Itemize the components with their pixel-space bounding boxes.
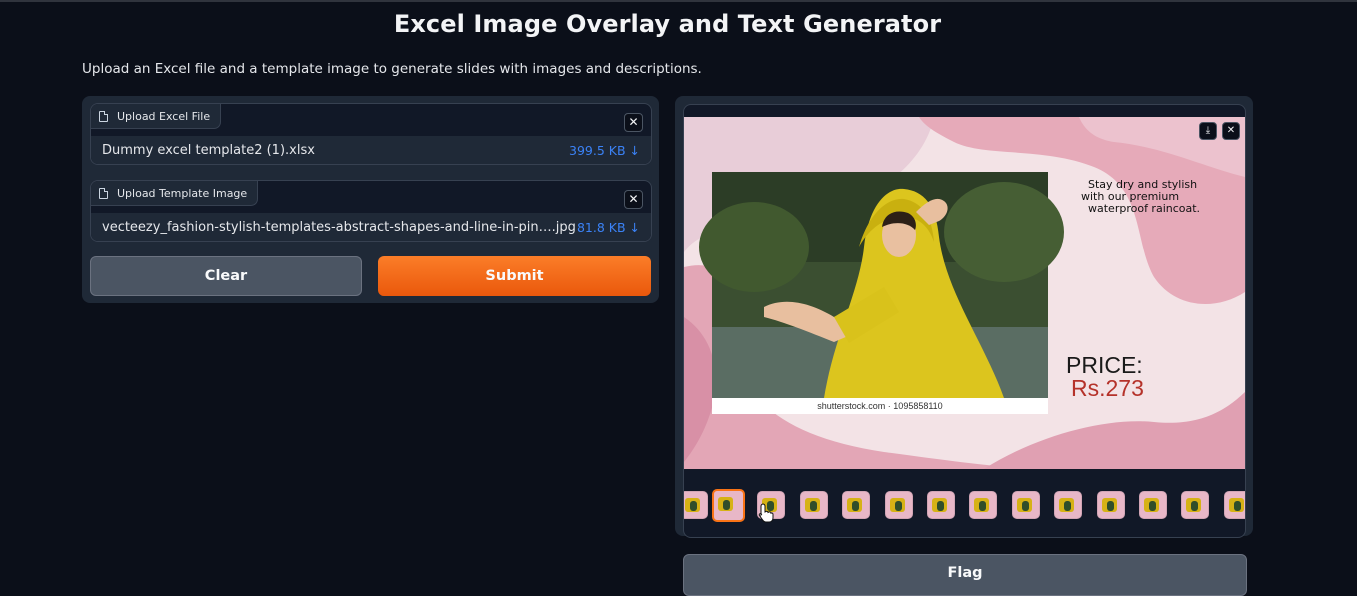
template-upload[interactable]: Upload Template Image ✕ vecteezy_fashion… [90,180,652,242]
thumbnail-image-detail [1233,501,1241,511]
gallery-thumbnail[interactable] [684,491,708,519]
template-upload-label-text: Upload Template Image [117,186,248,200]
thumbnail-image-detail [809,501,817,511]
page-description: Upload an Excel file and a template imag… [82,61,702,77]
thumbnail-image-detail [937,501,944,511]
gallery-thumbnail[interactable] [1139,491,1167,519]
template-file-row: vecteezy_fashion-stylish-templates-abstr… [91,213,651,241]
thumbnail-image-detail [894,501,902,511]
template-clear-button[interactable]: ✕ [624,190,643,209]
clear-button[interactable]: Clear [90,256,362,296]
thumbnail-image-detail [979,501,987,511]
thumbnail-image-detail [1149,501,1156,511]
close-icon[interactable]: ✕ [1222,122,1240,140]
excel-upload-label: Upload Excel File [91,104,222,129]
excel-file-name: Dummy excel template2 (1).xlsx [102,142,315,158]
output-gallery: shutterstock.com · 1095858110 Stay dry a… [683,104,1246,538]
download-icon[interactable]: ⤓ [1199,122,1217,140]
file-icon [99,110,108,122]
page-title: Excel Image Overlay and Text Generator [393,10,942,38]
thumbnail-image-detail [690,501,697,511]
output-panel: shutterstock.com · 1095858110 Stay dry a… [675,96,1253,538]
gallery-thumbnail[interactable] [969,491,998,519]
slide-image: shutterstock.com · 1095858110 Stay dry a… [684,117,1245,469]
gallery-thumbnail[interactable] [842,491,871,519]
excel-file-download-link[interactable]: 399.5 KB ↓ [569,143,640,158]
excel-upload[interactable]: Upload Excel File ✕ Dummy excel template… [90,103,652,165]
file-icon [99,187,108,199]
excel-upload-label-text: Upload Excel File [117,109,211,123]
gallery-thumbnail[interactable] [799,491,828,519]
gallery-thumbnail[interactable] [1011,491,1040,519]
gallery-thumbnail[interactable] [1181,491,1210,519]
gallery-thumbnail[interactable] [884,491,913,519]
gallery-thumbnail[interactable] [712,489,745,522]
gallery-thumbnail[interactable] [927,491,955,519]
submit-button[interactable]: Submit [378,256,651,296]
template-file-download-link[interactable]: 81.8 KB ↓ [577,220,640,235]
tagline-line: waterproof raincoat. [1088,202,1200,215]
gallery-thumbnail[interactable] [1096,491,1125,519]
flag-button[interactable]: Flag [683,554,1247,596]
template-file-name: vecteezy_fashion-stylish-templates-abstr… [102,219,576,235]
excel-file-row: Dummy excel template2 (1).xlsx 399.5 KB … [91,136,651,164]
watermark-text: shutterstock.com · 1095858110 [817,401,942,411]
template-upload-label: Upload Template Image [91,181,259,206]
top-border [0,0,1357,2]
gallery-thumbnail[interactable] [1054,491,1083,519]
excel-clear-button[interactable]: ✕ [624,113,643,132]
price-value: Rs.273 [1071,375,1144,401]
thumbnail-image-detail [1106,501,1114,511]
thumbnail-image-detail [1064,501,1072,511]
gallery-thumbnail[interactable] [1223,491,1245,519]
input-panel: Upload Excel File ✕ Dummy excel template… [82,96,659,303]
slide-preview[interactable]: shutterstock.com · 1095858110 Stay dry a… [684,117,1245,469]
thumbnail-image-detail [852,501,860,511]
thumbnail-image-detail [1191,501,1199,511]
thumbnail-image-detail [723,500,730,510]
thumbnail-image-detail [1021,501,1029,511]
hand-cursor-icon [758,503,774,523]
